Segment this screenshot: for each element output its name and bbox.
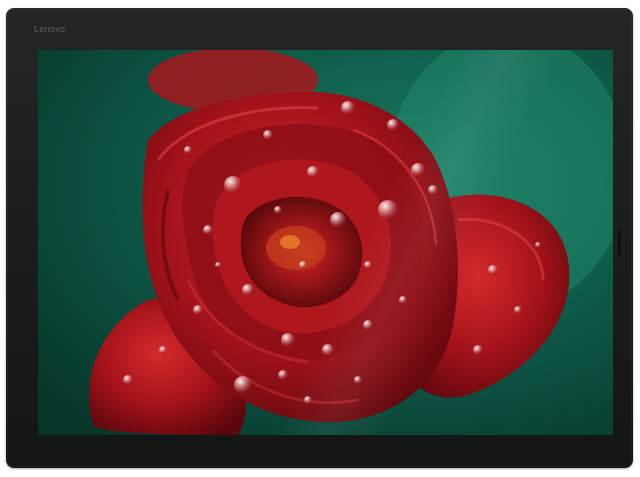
tablet-screen: [38, 50, 613, 435]
flower-core: [266, 226, 326, 270]
tablet-device: Lenovo: [6, 8, 633, 468]
wallpaper-image: [38, 50, 613, 435]
brand-logo: Lenovo: [34, 24, 66, 34]
side-button: [618, 230, 621, 256]
